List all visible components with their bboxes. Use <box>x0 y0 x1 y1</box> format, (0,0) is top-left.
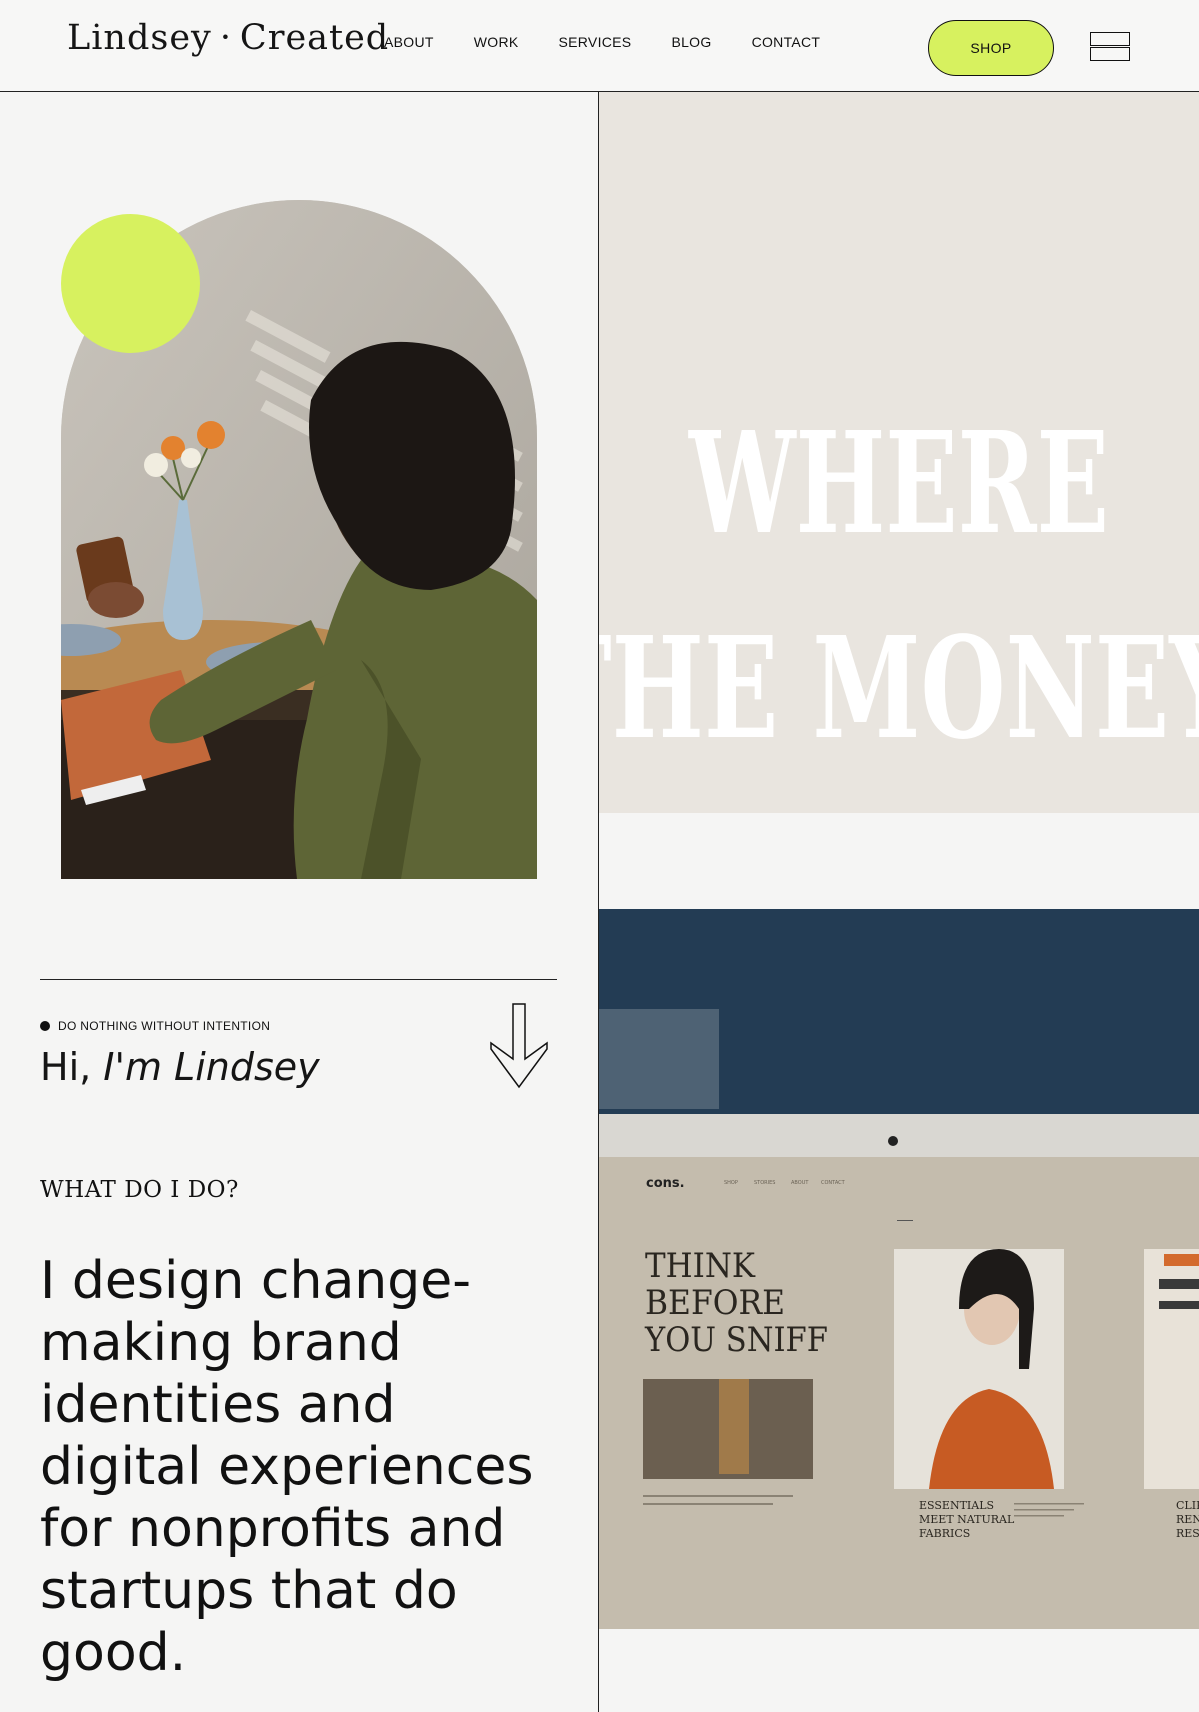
section-heading: WHAT DO I DO? <box>40 1177 239 1203</box>
main-nav: ABOUT WORK SERVICES BLOG CONTACT <box>384 34 820 50</box>
section-divider <box>40 979 557 980</box>
mockup-side-caption-3: RES <box>1176 1527 1199 1540</box>
laptop-mockup-image: cons. SHOP STORIES ABOUT CONTACT THINK BEFO… <box>599 909 1199 1629</box>
poster-line-2: THE MONEY <box>599 607 1199 771</box>
mockup-caption-2: MEET NATURAL <box>919 1513 1015 1526</box>
site-logo[interactable]: Lindsey · Created <box>67 18 389 58</box>
svg-text:CONTACT: CONTACT <box>821 1180 846 1186</box>
accent-circle <box>61 214 200 353</box>
arrow-down-icon[interactable] <box>488 1003 550 1089</box>
mockup-caption-3: FABRICS <box>919 1527 970 1540</box>
tagline: DO NOTHING WITHOUT INTENTION <box>40 1019 270 1033</box>
mockup-side-caption-2: REN <box>1176 1513 1199 1526</box>
greeting-prefix: Hi, <box>40 1045 104 1089</box>
svg-text:STORIES: STORIES <box>754 1180 775 1186</box>
mockup-headline-1: THINK <box>645 1246 756 1286</box>
where-the-money-poster: WHERE THE MONEY <box>599 92 1199 813</box>
bullet-dot-icon <box>40 1021 50 1031</box>
svg-text:ABOUT: ABOUT <box>791 1180 809 1186</box>
poster-line-1: WHERE <box>688 402 1109 566</box>
site-header: Lindsey · Created ABOUT WORK SERVICES BL… <box>0 0 1199 92</box>
mockup-side-caption-1: CLIP <box>1176 1499 1199 1512</box>
laptop-illustration: cons. SHOP STORIES ABOUT CONTACT THINK BEFO… <box>599 909 1199 1629</box>
nav-work[interactable]: WORK <box>474 34 519 50</box>
intro-statement: I design change-making brand identities … <box>40 1251 534 1683</box>
mockup-caption-1: ESSENTIALS <box>919 1499 994 1512</box>
mockup-headline-2: BEFORE <box>645 1283 785 1323</box>
shop-button[interactable]: SHOP <box>928 20 1054 76</box>
greeting-heading: Hi, I'm Lindsey <box>40 1045 320 1089</box>
mockup-headline-3: YOU SNIFF <box>644 1320 828 1360</box>
nav-services[interactable]: SERVICES <box>559 34 632 50</box>
poster-typography: WHERE THE MONEY <box>599 92 1199 813</box>
greeting-name: I'm Lindsey <box>103 1045 320 1089</box>
svg-text:SHOP: SHOP <box>724 1180 738 1186</box>
mockup-brand: cons. <box>646 1176 685 1191</box>
nav-contact[interactable]: CONTACT <box>752 34 821 50</box>
nav-blog[interactable]: BLOG <box>671 34 711 50</box>
nav-about[interactable]: ABOUT <box>384 34 434 50</box>
tagline-text: DO NOTHING WITHOUT INTENTION <box>58 1019 271 1033</box>
hamburger-menu-icon[interactable] <box>1090 30 1130 65</box>
